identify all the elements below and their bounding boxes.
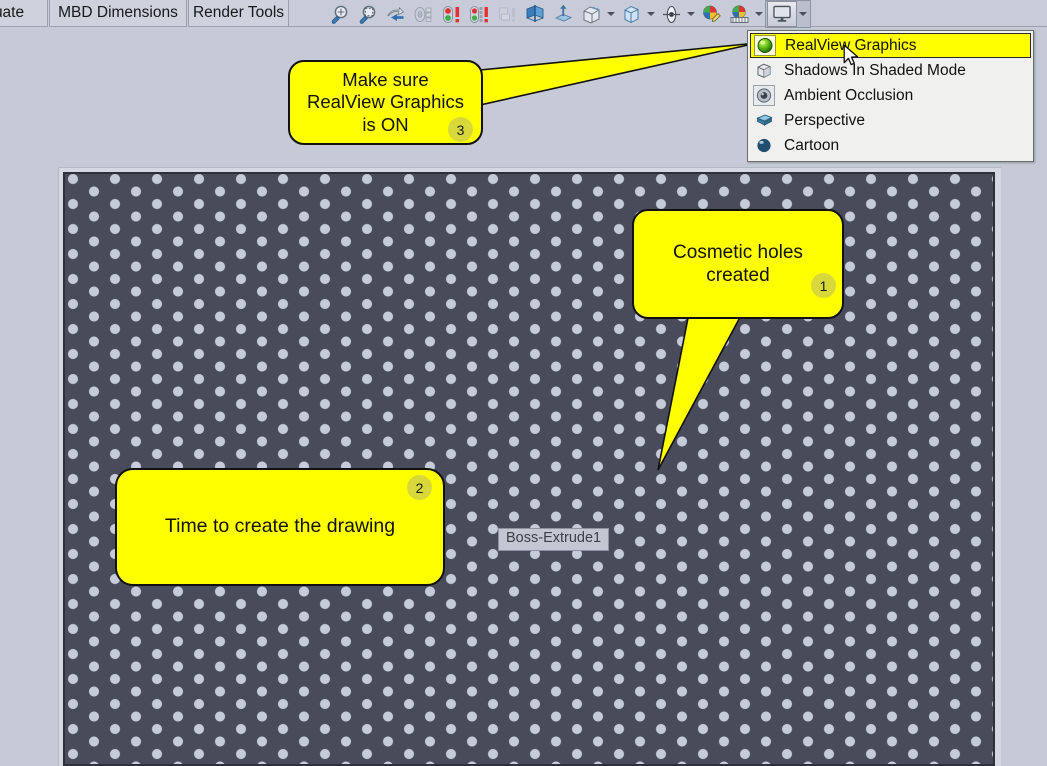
- menu-item-label: RealView Graphics: [785, 36, 917, 54]
- callout-number-badge: 3: [448, 117, 473, 142]
- menu-item-ambient-occlusion[interactable]: Ambient Occlusion: [748, 83, 1033, 108]
- tab-evaluate[interactable]: aluate: [0, 0, 48, 27]
- cartoon-sphere-icon: [753, 135, 775, 156]
- leader-callout-3: [479, 42, 758, 106]
- feature-name-label: Boss-Extrude1: [498, 528, 610, 551]
- previous-view-icon[interactable]: [381, 1, 409, 27]
- display-style-box-icon[interactable]: [577, 1, 605, 27]
- view-toolbar: [325, 0, 811, 28]
- callout-number-badge: 1: [811, 273, 836, 298]
- zoom-to-fit-icon[interactable]: [325, 1, 353, 27]
- callout-bubble-1[interactable]: Cosmetic holes created 1: [632, 209, 844, 319]
- callout-text: Cosmetic holes created: [673, 241, 803, 286]
- green-sphere-icon: [754, 35, 776, 56]
- callout-bubble-3[interactable]: Make sure RealView Graphics is ON 3: [288, 60, 483, 145]
- display-state-red-icon[interactable]: [437, 1, 465, 27]
- edit-appearance-icon[interactable]: [697, 1, 725, 27]
- display-style-dropdown-menu: RealView Graphics Shadows In Shaded Mode…: [747, 30, 1034, 162]
- view-settings-group: [765, 0, 811, 28]
- scene-backdrop-icon[interactable]: [725, 1, 753, 27]
- menu-item-label: Perspective: [784, 111, 865, 129]
- callout-text: Time to create the drawing: [164, 515, 396, 538]
- hide-show-items-icon[interactable]: [617, 1, 645, 27]
- zoom-to-area-icon[interactable]: [353, 1, 381, 27]
- grey-cube-icon: [753, 60, 775, 81]
- callout-number-badge: 2: [407, 475, 432, 500]
- menu-item-perspective[interactable]: Perspective: [748, 108, 1033, 133]
- view-orientation-icon[interactable]: [409, 1, 437, 27]
- tab-render-tools[interactable]: Render Tools: [188, 0, 289, 27]
- display-state-multi-icon[interactable]: [465, 1, 493, 27]
- chevron-down-icon[interactable]: [645, 1, 657, 27]
- chevron-down-icon[interactable]: [797, 1, 809, 27]
- menu-item-label: Ambient Occlusion: [784, 86, 914, 104]
- perspective-wedge-icon: [753, 110, 775, 131]
- menu-item-label: Cartoon: [784, 136, 840, 154]
- callout-bubble-2[interactable]: Time to create the drawing 2: [115, 468, 445, 586]
- menu-item-cartoon[interactable]: Cartoon: [748, 133, 1033, 158]
- menu-item-label: Shadows In Shaded Mode: [784, 61, 966, 79]
- section-view-icon[interactable]: [521, 1, 549, 27]
- ambient-sphere-icon: [753, 85, 775, 106]
- chevron-down-icon[interactable]: [753, 1, 765, 27]
- chevron-down-icon[interactable]: [605, 1, 617, 27]
- hide-show-disabled-icon: [493, 1, 521, 27]
- view-settings-button[interactable]: [767, 1, 797, 27]
- chevron-down-icon[interactable]: [685, 1, 697, 27]
- apply-scene-icon[interactable]: [657, 1, 685, 27]
- menu-item-realview-graphics[interactable]: RealView Graphics: [750, 33, 1031, 58]
- tab-mbd-dimensions[interactable]: MBD Dimensions: [49, 0, 187, 27]
- menu-item-shadows-in-shaded-mode[interactable]: Shadows In Shaded Mode: [748, 58, 1033, 83]
- view-orientation-axis-icon[interactable]: [549, 1, 577, 27]
